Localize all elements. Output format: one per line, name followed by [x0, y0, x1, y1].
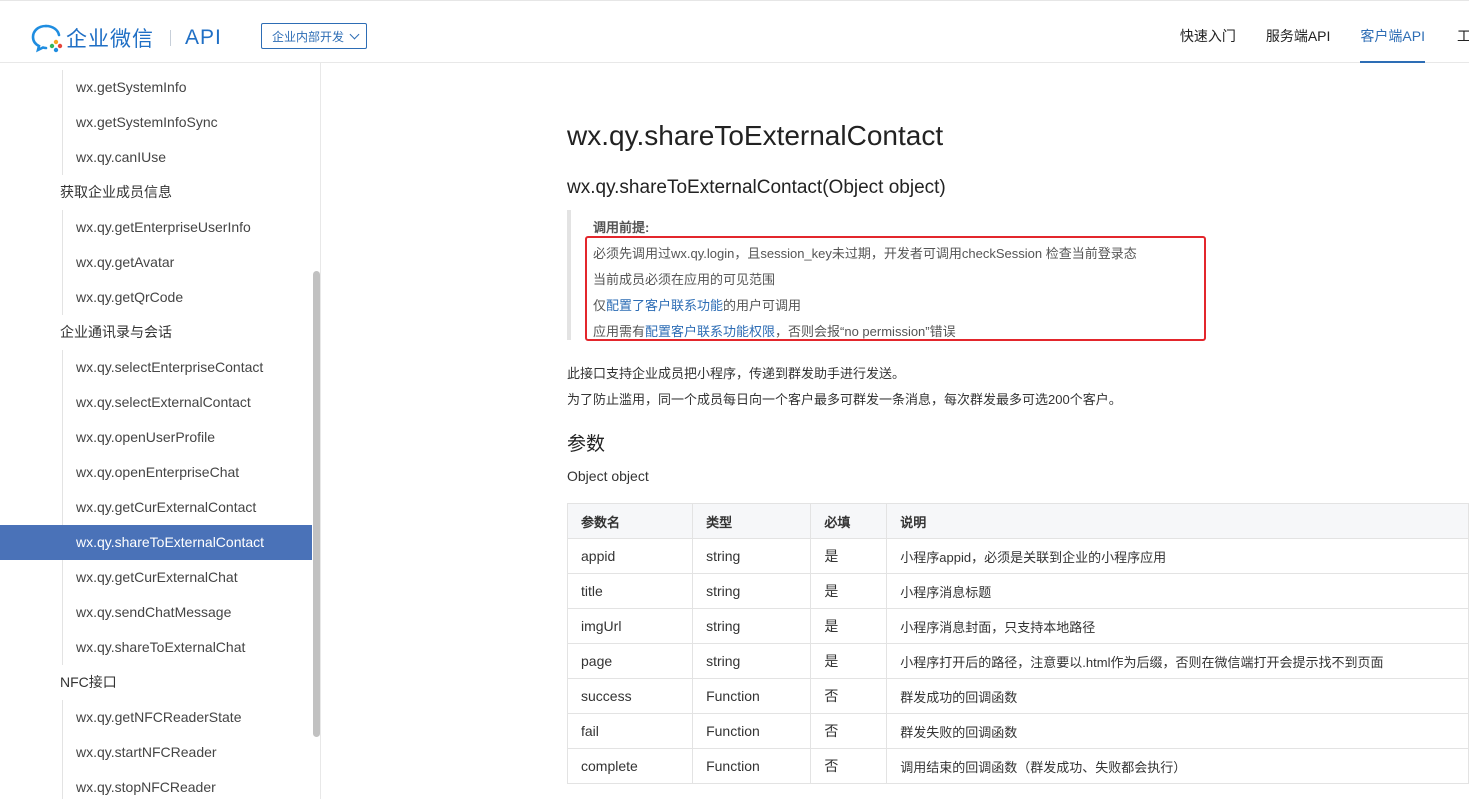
param-desc: 小程序打开后的路径，注意要以.html作为后缀，否则在微信端打开会提示找不到页面	[886, 643, 1469, 679]
param-desc: 小程序消息封面，只支持本地路径	[886, 608, 1469, 644]
top-nav: 快速入门 服务端API 客户端API 工	[1150, 1, 1469, 63]
sidebar-group[interactable]: 获取企业成员信息	[0, 175, 312, 210]
sidebar-item[interactable]: wx.qy.getQrCode	[0, 280, 312, 315]
note-text: ，否则会报“no permission”错误	[775, 324, 956, 339]
nav-server-api[interactable]: 服务端API	[1266, 1, 1331, 63]
sidebar-item[interactable]: wx.getSystemInfoSync	[0, 105, 312, 140]
col-header: 类型	[692, 503, 812, 539]
sidebar-item[interactable]: wx.qy.startNFCReader	[0, 735, 312, 770]
sidebar-item[interactable]: wx.qy.getEnterpriseUserInfo	[0, 210, 312, 245]
chevron-down-icon	[349, 29, 360, 39]
col-header: 参数名	[566, 503, 694, 539]
nav-client-api[interactable]: 客户端API	[1360, 1, 1425, 63]
param-required: 否	[810, 748, 888, 784]
sidebar-item[interactable]: wx.qy.getCurExternalChat	[0, 560, 312, 595]
param-name: page	[566, 643, 694, 679]
param-desc: 小程序消息标题	[886, 573, 1469, 609]
param-type: string	[692, 643, 812, 679]
param-desc: 小程序appid，必须是关联到企业的小程序应用	[886, 538, 1469, 574]
param-name: title	[566, 573, 694, 609]
param-name: complete	[566, 748, 694, 784]
sidebar-item[interactable]: wx.qy.getCurExternalContact	[0, 490, 312, 525]
param-type: Function	[692, 748, 812, 784]
note-line: 必须先调用过wx.qy.login，且session_key未过期，开发者可调用…	[593, 243, 1137, 262]
sidebar-group[interactable]: 企业通讯录与会话	[0, 315, 312, 350]
sidebar-item[interactable]: wx.qy.canIUse	[0, 140, 312, 175]
note-text: 当前成员必须在应用的可见范围	[593, 272, 776, 287]
dev-type-label: 企业内部开发	[272, 29, 345, 44]
config-contact-link[interactable]: 配置了客户联系功能	[606, 298, 723, 313]
sidebar-item[interactable]: wx.qy.getNFCReaderState	[0, 700, 312, 735]
table-row: appid string 是 小程序appid，必须是关联到企业的小程序应用	[566, 538, 1469, 574]
sidebar-item[interactable]: wx.qy.selectEnterpriseContact	[0, 350, 312, 385]
page-title: wx.qy.shareToExternalContact	[567, 120, 944, 151]
logo[interactable]: 企业微信 API	[30, 23, 222, 53]
dev-type-dropdown[interactable]: 企业内部开发	[261, 23, 368, 49]
nav-quick-start[interactable]: 快速入门	[1180, 1, 1236, 63]
sidebar-item-active[interactable]: wx.qy.shareToExternalContact	[0, 525, 312, 560]
sidebar-item[interactable]: wx.qy.stopNFCReader	[0, 770, 312, 799]
sidebar-group[interactable]: NFC接口	[0, 665, 312, 700]
param-type: string	[692, 538, 812, 574]
param-required: 是	[810, 608, 888, 644]
params-table: 参数名 类型 必填 说明 appid string 是 小程序appid，必须是…	[566, 503, 1469, 784]
table-row: title string 是 小程序消息标题	[566, 573, 1469, 609]
sidebar-scrollbar[interactable]	[313, 271, 320, 737]
note-line: 应用需有配置客户联系功能权限，否则会报“no permission”错误	[593, 321, 956, 340]
logo-text: 企业微信	[66, 28, 154, 51]
note-text: 仅	[593, 298, 607, 313]
sidebar: wx.getSystemInfo wx.getSystemInfoSync wx…	[0, 63, 321, 799]
param-desc: 群发失败的回调函数	[886, 713, 1469, 749]
param-required: 是	[810, 573, 888, 609]
sidebar-item[interactable]: wx.qy.getAvatar	[0, 245, 312, 280]
top-header: 企业微信 API 企业内部开发 快速入门 服务端API 客户端API 工	[0, 0, 1469, 63]
sidebar-item[interactable]: wx.qy.openUserProfile	[0, 420, 312, 455]
col-header: 必填	[810, 503, 888, 539]
sidebar-item[interactable]: wx.qy.openEnterpriseChat	[0, 455, 312, 490]
note-line: 当前成员必须在应用的可见范围	[593, 269, 775, 288]
config-permission-link[interactable]: 配置客户联系功能权限	[645, 324, 775, 339]
table-header-row: 参数名 类型 必填 说明	[566, 503, 1469, 539]
col-header: 说明	[886, 503, 1469, 539]
table-row: imgUrl string 是 小程序消息封面，只支持本地路径	[566, 608, 1469, 644]
description-line: 此接口支持企业成员把小程序，传递到群发助手进行发送。	[567, 366, 906, 381]
object-label: Object object	[567, 468, 649, 484]
param-type: Function	[692, 713, 812, 749]
params-heading: 参数	[567, 434, 606, 455]
param-desc: 调用结束的回调函数（群发成功、失败都会执行）	[886, 748, 1469, 784]
note-text: 的用户可调用	[723, 298, 802, 313]
param-name: success	[566, 678, 694, 714]
note-title: 调用前提:	[593, 220, 650, 235]
logo-divider	[170, 30, 171, 46]
param-desc: 群发成功的回调函数	[886, 678, 1469, 714]
logo-api-text: API	[185, 26, 222, 49]
table-row: complete Function 否 调用结束的回调函数（群发成功、失败都会执…	[566, 748, 1469, 784]
table-row: page string 是 小程序打开后的路径，注意要以.html作为后缀，否则…	[566, 643, 1469, 679]
param-name: fail	[566, 713, 694, 749]
prerequisite-note: 调用前提: 必须先调用过wx.qy.login，且session_key未过期，…	[567, 210, 1207, 341]
param-type: string	[692, 608, 812, 644]
param-type: string	[692, 573, 812, 609]
sidebar-item[interactable]: wx.qy.sendChatMessage	[0, 595, 312, 630]
function-signature: wx.qy.shareToExternalContact(Object obje…	[567, 177, 946, 198]
param-type: Function	[692, 678, 812, 714]
description-line: 为了防止滥用，同一个成员每日向一个客户最多可群发一条消息，每次群发最多可选200…	[567, 392, 1122, 407]
table-row: fail Function 否 群发失败的回调函数	[566, 713, 1469, 749]
sidebar-item[interactable]: wx.qy.shareToExternalChat	[0, 630, 312, 665]
param-required: 是	[810, 643, 888, 679]
param-required: 是	[810, 538, 888, 574]
param-name: appid	[566, 538, 694, 574]
nav-tools[interactable]: 工	[1457, 1, 1469, 63]
sidebar-item[interactable]: wx.qy.selectExternalContact	[0, 385, 312, 420]
note-line: 仅配置了客户联系功能的用户可调用	[593, 295, 801, 314]
note-text: 应用需有	[593, 324, 646, 339]
param-required: 否	[810, 678, 888, 714]
table-row: success Function 否 群发成功的回调函数	[566, 678, 1469, 714]
note-text: 必须先调用过wx.qy.login，且session_key未过期，开发者可调用…	[593, 246, 1137, 261]
param-name: imgUrl	[566, 608, 694, 644]
sidebar-item[interactable]: wx.getSystemInfo	[0, 70, 312, 105]
wecom-logo-icon	[31, 24, 63, 53]
param-required: 否	[810, 713, 888, 749]
